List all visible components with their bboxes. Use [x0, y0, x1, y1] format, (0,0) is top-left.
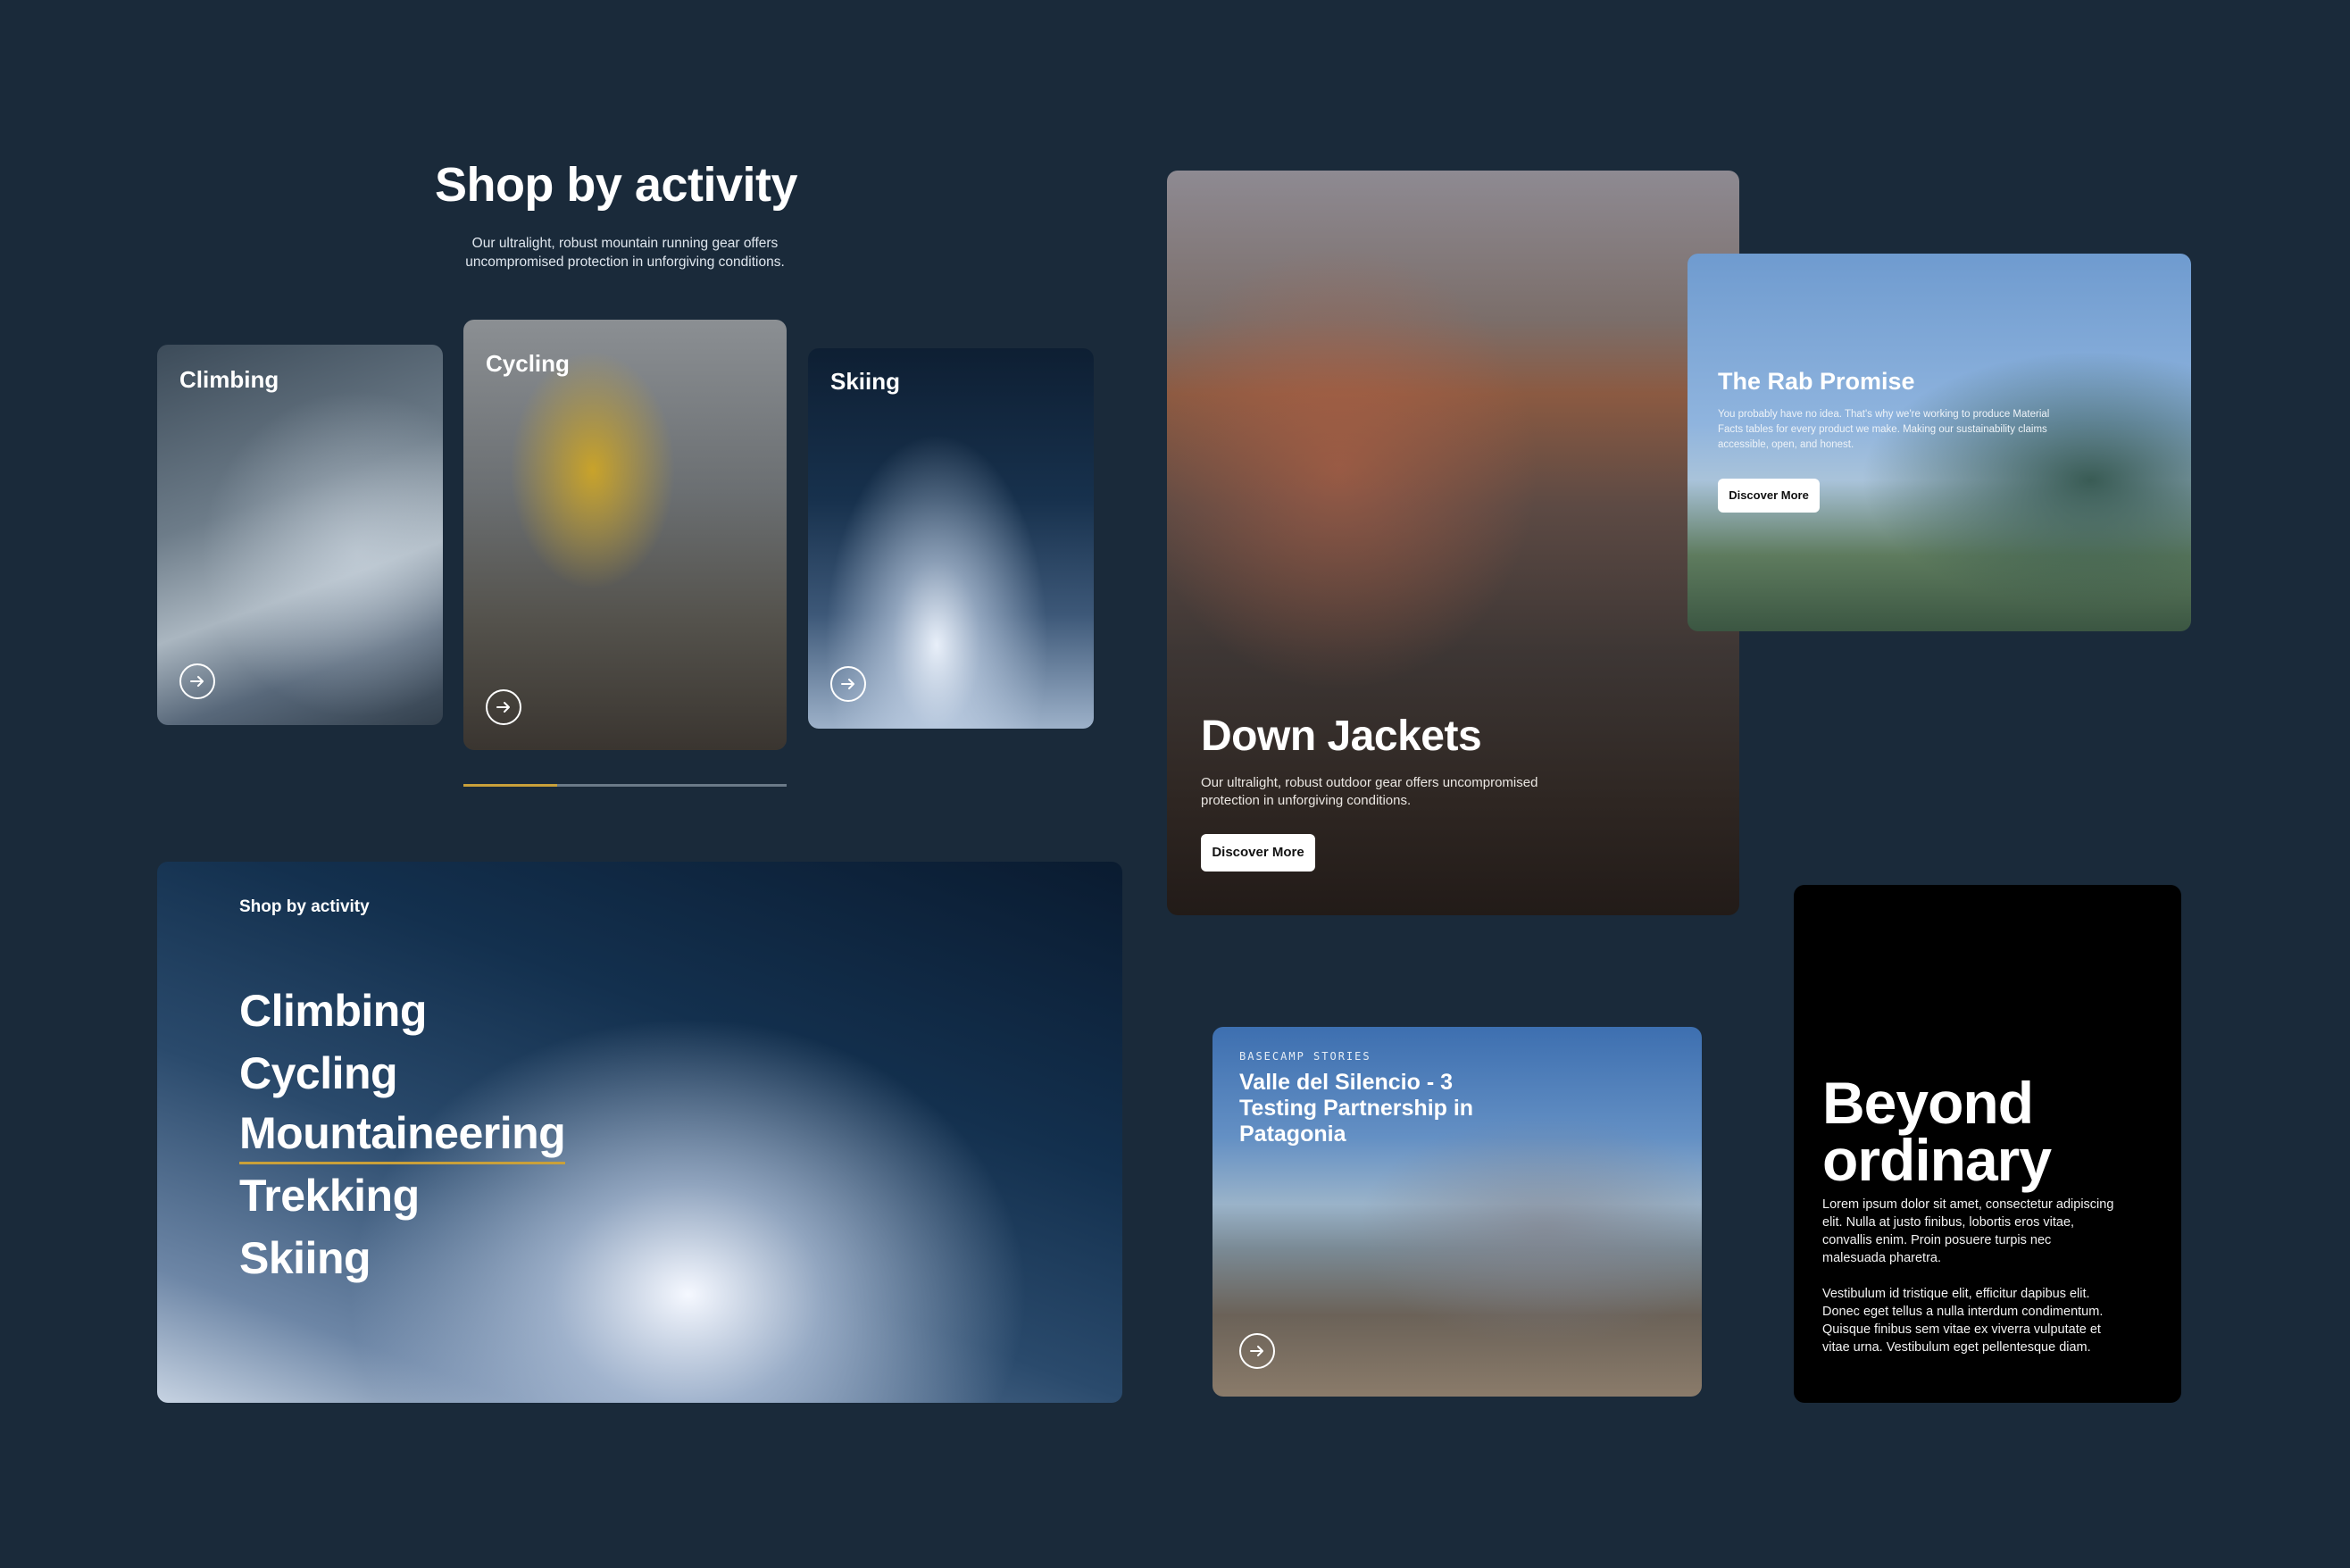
banner-kicker: Shop by activity	[239, 897, 370, 916]
rab-promise-card: The Rab Promise You probably have no ide…	[1688, 254, 2191, 631]
section-title: Shop by activity	[434, 158, 798, 212]
discover-more-button[interactable]: Discover More	[1201, 834, 1315, 872]
basecamp-title: Valle del Silencio - 3 Testing Partnersh…	[1239, 1070, 1474, 1147]
beyond-paragraph-1: Lorem ipsum dolor sit amet, consectetur …	[1822, 1197, 2114, 1265]
carousel-progress-fill	[463, 784, 557, 787]
arrow-right-circle-icon[interactable]	[830, 666, 866, 702]
down-jackets-card: Down Jackets Our ultralight, robust outd…	[1167, 171, 1739, 915]
beyond-ordinary-card: Beyond ordinary Lorem ipsum dolor sit am…	[1794, 885, 2181, 1403]
activity-link-trekking[interactable]: Trekking	[239, 1164, 565, 1227]
arrow-right-circle-icon[interactable]	[179, 663, 215, 699]
activity-card-cycling[interactable]: Cycling	[463, 320, 787, 750]
down-jackets-title: Down Jackets	[1201, 713, 1482, 760]
arrow-right-circle-icon[interactable]	[1239, 1333, 1275, 1369]
activity-link-mountaineering[interactable]: Mountaineering	[239, 1105, 566, 1164]
section-description: Our ultralight, robust mountain running …	[465, 236, 785, 270]
basecamp-story-card[interactable]: BASECAMP STORIES Valle del Silencio - 3 …	[1212, 1027, 1702, 1397]
rab-promise-description: You probably have no idea. That's why we…	[1718, 409, 2050, 450]
arrow-right-circle-icon[interactable]	[486, 689, 521, 725]
beyond-title-line1: Beyond	[1822, 1070, 2034, 1136]
activity-link-climbing[interactable]: Climbing	[239, 980, 565, 1042]
discover-more-button[interactable]: Discover More	[1718, 479, 1820, 513]
down-jackets-description: Our ultralight, robust outdoor gear offe…	[1201, 775, 1538, 808]
activity-card-climbing[interactable]: Climbing	[157, 345, 443, 725]
activity-banner: Shop by activity Climbing Cycling Mounta…	[157, 862, 1122, 1403]
activity-card-label: Climbing	[179, 366, 279, 393]
activity-link-cycling[interactable]: Cycling	[239, 1042, 565, 1105]
activity-list: Climbing Cycling Mountaineering Trekking…	[239, 980, 566, 1289]
beyond-paragraph-2: Vestibulum id tristique elit, efficitur …	[1822, 1287, 2104, 1355]
activity-link-skiing[interactable]: Skiing	[239, 1227, 565, 1289]
basecamp-kicker: BASECAMP STORIES	[1239, 1050, 1371, 1063]
cycling-photo	[463, 320, 787, 750]
beyond-title-line2: ordinary	[1822, 1127, 2052, 1193]
activity-card-skiing[interactable]: Skiing	[808, 348, 1094, 729]
beyond-title: Beyond ordinary	[1822, 1070, 2052, 1193]
activity-card-label: Cycling	[486, 350, 570, 377]
rab-promise-title: The Rab Promise	[1718, 368, 1915, 395]
activity-card-label: Skiing	[830, 368, 901, 395]
